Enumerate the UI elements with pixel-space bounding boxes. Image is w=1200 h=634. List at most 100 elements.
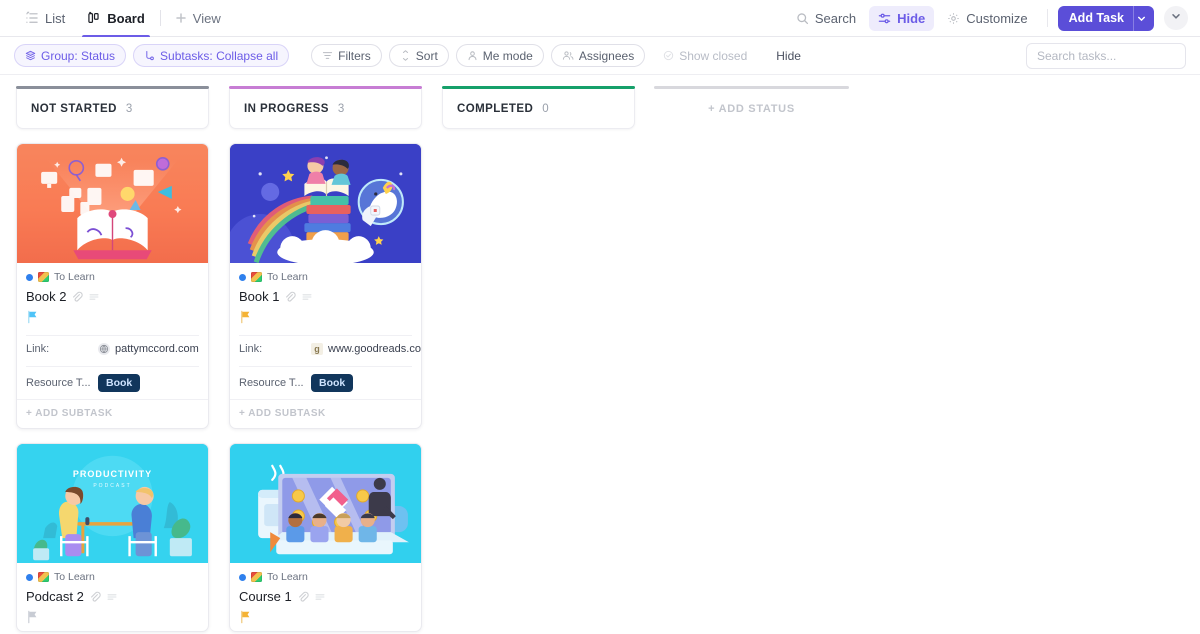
globe-icon [98, 343, 110, 355]
task-card[interactable]: PRODUCTIVITY PODCAST To Learn Podcast 2 [16, 443, 209, 632]
sliders-icon [878, 12, 891, 25]
tab-list[interactable]: List [14, 0, 76, 37]
svg-text:PODCAST: PODCAST [93, 483, 131, 489]
card-title-row[interactable]: Course 1 [239, 589, 412, 604]
board-column-add-status: + ADD STATUS [654, 86, 849, 634]
subtask-icon [144, 50, 155, 61]
toolbar-divider [1046, 9, 1048, 27]
add-task-button[interactable]: Add Task [1057, 5, 1154, 31]
attachment-icon [89, 591, 101, 603]
chevron-down-icon [1170, 9, 1182, 27]
column-count: 0 [542, 102, 549, 115]
chevron-down-icon[interactable] [1133, 5, 1154, 31]
card-meta: To Learn [26, 271, 199, 283]
sort-label: Sort [415, 48, 438, 63]
add-view-button[interactable]: View [165, 11, 231, 26]
card-priority-flag-row[interactable] [26, 307, 199, 331]
tab-divider [159, 10, 161, 26]
add-status-button[interactable]: + ADD STATUS [654, 86, 849, 129]
assignees-pill[interactable]: Assignees [550, 44, 646, 67]
description-icon [301, 291, 313, 303]
board-column-in-progress: IN PROGRESS 3 To Learn Book 1 Link: g ww… [229, 86, 422, 634]
search-button-label: Search [814, 10, 857, 26]
add-subtask-button[interactable]: + ADD SUBTASK [230, 399, 421, 428]
card-field-resource-type[interactable]: Resource T... Book [26, 366, 199, 399]
gear-icon [947, 12, 960, 25]
card-title-row[interactable]: Podcast 2 [26, 589, 199, 604]
field-value: pattymccord.com [98, 343, 199, 355]
search-icon [796, 12, 809, 25]
board: NOT STARTED 3 To Learn Book 2 Link: patt… [0, 75, 1200, 634]
customize-button-label: Customize [966, 10, 1028, 26]
card-priority-flag-row[interactable] [239, 607, 412, 631]
task-card[interactable]: To Learn Course 1 [229, 443, 422, 632]
me-mode-pill[interactable]: Me mode [455, 44, 544, 67]
card-list-name: To Learn [54, 271, 95, 283]
card-cover-image [17, 144, 208, 263]
card-body: To Learn Book 2 Link: pattymccord.com Re… [17, 263, 208, 399]
plus-icon [175, 12, 187, 24]
hide-pill-label: Hide [776, 48, 801, 63]
card-priority-flag-row[interactable] [239, 307, 412, 331]
add-view-label: View [192, 10, 221, 26]
card-body: To Learn Podcast 2 [17, 563, 208, 631]
field-link-text: www.goodreads.con [328, 343, 422, 355]
status-dot-icon [239, 273, 246, 281]
column-count: 3 [337, 102, 345, 115]
description-icon [314, 591, 326, 603]
hide-button-label: Hide [897, 10, 926, 26]
card-priority-flag-row[interactable] [26, 607, 199, 631]
subtasks-pill[interactable]: Subtasks: Collapse all [133, 44, 290, 67]
card-list-name: To Learn [267, 571, 308, 583]
filter-bar: Group: Status Subtasks: Collapse all Fil… [0, 37, 1200, 75]
layers-icon [25, 50, 36, 61]
card-field-resource-type[interactable]: Resource T... Book [239, 366, 412, 399]
group-status-pill[interactable]: Group: Status [14, 44, 127, 67]
hide-button[interactable]: Hide [869, 5, 935, 31]
column-title: COMPLETED [457, 102, 534, 115]
top-bar-actions: Search Hide Customize Add Task [787, 5, 1188, 31]
card-list-name: To Learn [267, 271, 308, 283]
show-closed-pill[interactable]: Show closed [652, 44, 758, 67]
card-field-link[interactable]: Link: g www.goodreads.con [239, 335, 421, 362]
card-title: Course 1 [239, 589, 292, 604]
column-title: NOT STARTED [31, 102, 117, 115]
description-icon [88, 291, 100, 303]
search-button[interactable]: Search [787, 6, 865, 31]
list-color-icon [38, 272, 49, 282]
card-title-row[interactable]: Book 1 [239, 289, 412, 304]
list-color-icon [251, 572, 262, 582]
filters-pill[interactable]: Filters [311, 44, 382, 67]
group-status-label: Group: Status [41, 48, 116, 63]
resource-type-tag: Book [311, 374, 354, 392]
more-options-button[interactable] [1164, 6, 1188, 30]
tab-board[interactable]: Board [76, 0, 156, 37]
card-field-link[interactable]: Link: pattymccord.com [26, 335, 199, 362]
card-meta: To Learn [239, 571, 412, 583]
task-card[interactable]: To Learn Book 1 Link: g www.goodreads.co… [229, 143, 422, 429]
people-icon [562, 50, 574, 61]
column-header[interactable]: IN PROGRESS 3 [229, 86, 422, 129]
task-card[interactable]: To Learn Book 2 Link: pattymccord.com Re… [16, 143, 209, 429]
column-count: 3 [125, 102, 133, 115]
card-cover-image: PRODUCTIVITY PODCAST [17, 444, 208, 563]
priority-flag-icon [26, 310, 39, 329]
subtasks-label: Subtasks: Collapse all [160, 48, 279, 63]
status-dot-icon [239, 573, 246, 581]
card-title-row[interactable]: Book 2 [26, 289, 199, 304]
person-icon [467, 50, 478, 61]
card-body: To Learn Book 1 Link: g www.goodreads.co… [230, 263, 421, 399]
search-tasks-box[interactable] [1026, 42, 1186, 69]
add-subtask-button[interactable]: + ADD SUBTASK [17, 399, 208, 428]
description-icon [106, 591, 118, 603]
list-color-icon [38, 572, 49, 582]
board-column-completed: COMPLETED 0 [442, 86, 635, 634]
search-tasks-input[interactable] [1037, 48, 1175, 63]
hide-pill[interactable]: Hide [765, 44, 812, 67]
column-header[interactable]: NOT STARTED 3 [16, 86, 209, 129]
column-header[interactable]: COMPLETED 0 [442, 86, 635, 129]
check-circle-icon [663, 50, 674, 61]
customize-button[interactable]: Customize [938, 6, 1036, 31]
sort-pill[interactable]: Sort [388, 44, 449, 67]
attachment-icon [71, 291, 84, 303]
